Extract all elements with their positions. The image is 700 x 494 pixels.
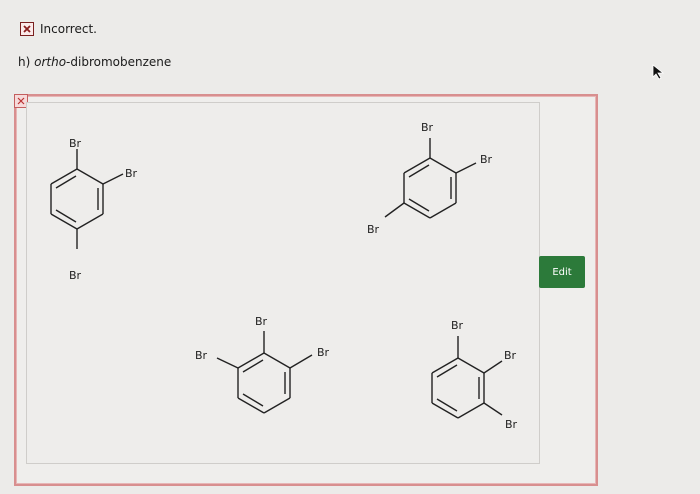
atom-label-br: Br xyxy=(480,153,493,166)
atom-label-br: Br xyxy=(504,349,517,362)
bond xyxy=(384,202,405,218)
bond xyxy=(483,402,503,416)
atom-label-br: Br xyxy=(451,319,464,332)
atom-label-br: Br xyxy=(125,167,138,180)
bond xyxy=(102,173,124,185)
atom-label-br: Br xyxy=(195,349,208,362)
bond xyxy=(483,360,503,374)
drawing-canvas[interactable]: Br Br Br Br Br Br Br Br Br Br Br Br xyxy=(26,102,540,464)
bond xyxy=(455,162,477,174)
benzene-ring xyxy=(403,157,457,219)
molecule-4: Br Br Br xyxy=(431,319,518,431)
edit-button[interactable]: Edit xyxy=(539,256,585,288)
molecule-3: Br Br Br xyxy=(195,315,330,414)
feedback-status: Incorrect. xyxy=(20,22,97,36)
atom-label-br: Br xyxy=(69,137,82,150)
atom-label-br: Br xyxy=(69,269,82,282)
molecule-1: Br Br Br xyxy=(50,137,138,282)
status-text: Incorrect. xyxy=(40,22,97,36)
bond xyxy=(289,354,313,369)
question-label: h) ortho-dibromobenzene xyxy=(18,55,172,69)
benzene-ring xyxy=(50,168,104,230)
benzene-ring xyxy=(237,352,291,414)
atom-label-br: Br xyxy=(317,346,330,359)
bond xyxy=(216,357,239,369)
atom-label-br: Br xyxy=(255,315,268,328)
atom-label-br: Br xyxy=(505,418,518,431)
atom-label-br: Br xyxy=(421,121,434,134)
benzene-ring xyxy=(431,357,485,419)
molecule-2: Br Br Br xyxy=(367,121,493,236)
mouse-cursor-icon xyxy=(652,64,665,80)
answer-panel: Br Br Br Br Br Br Br Br Br Br Br Br Edit xyxy=(14,94,598,486)
atom-label-br: Br xyxy=(367,223,380,236)
x-icon xyxy=(20,22,34,36)
